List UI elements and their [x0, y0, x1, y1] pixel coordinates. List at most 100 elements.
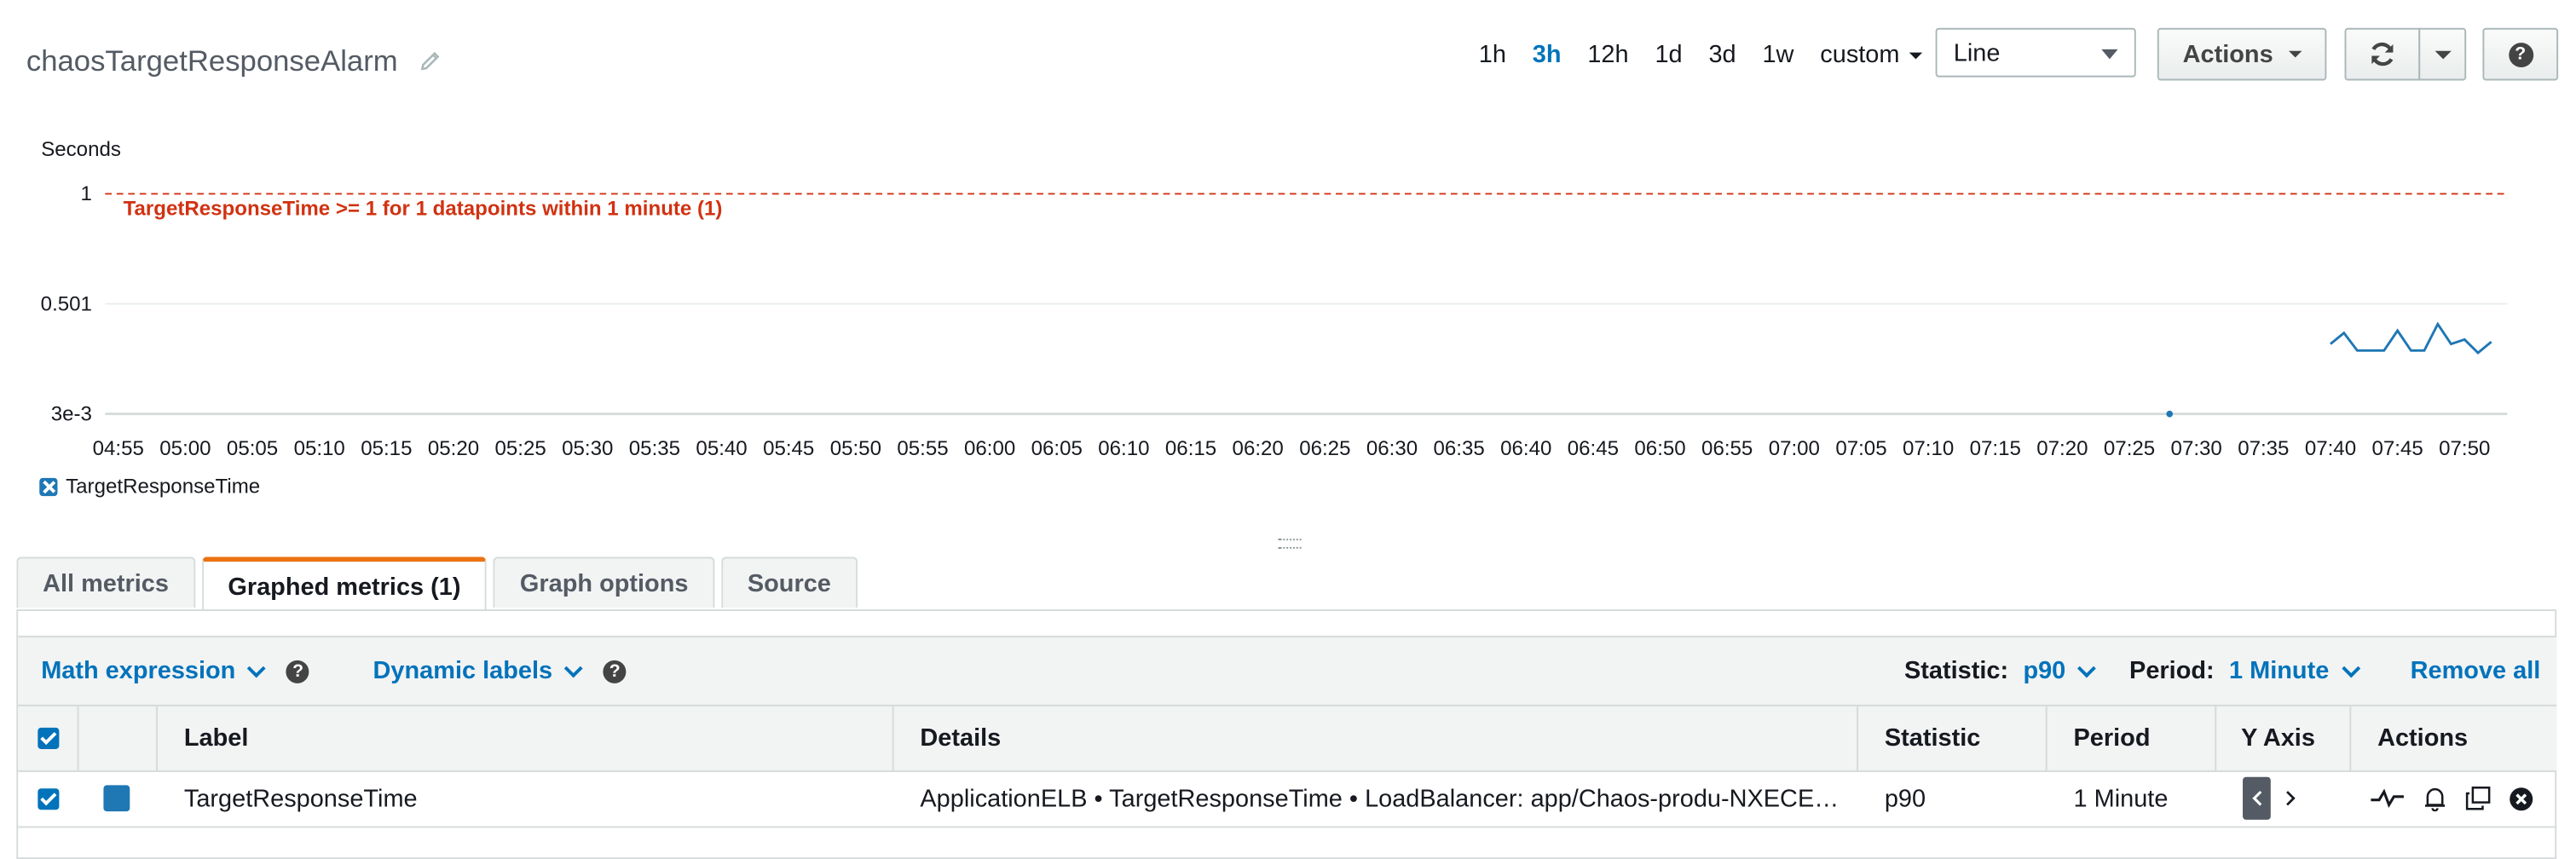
x-tick-label: 07:15 [1970, 437, 2021, 460]
x-tick-label: 04:55 [93, 437, 144, 460]
select-all-checkbox[interactable] [38, 727, 60, 749]
graph-metric-icon[interactable] [2369, 787, 2405, 810]
details-column-header[interactable]: Details [894, 706, 1859, 770]
dynamic-labels-label: Dynamic labels [373, 657, 553, 685]
help-icon[interactable]: ? [286, 659, 310, 683]
row-actions-cell [2351, 770, 2556, 827]
resize-handle[interactable] [1278, 539, 1302, 549]
range-1d[interactable]: 1d [1655, 40, 1682, 68]
actions-column-header: Actions [2377, 724, 2469, 752]
row-y-axis-cell [2216, 770, 2351, 827]
graph-type-select[interactable]: Line [1935, 27, 2136, 78]
row-period[interactable]: 1 Minute [2048, 770, 2217, 827]
x-tick-label: 06:35 [1433, 437, 1484, 460]
time-range-selector: 1h 3h 12h 1d 3d 1w custom [1479, 28, 1923, 81]
metrics-toolbar: Math expression ? Dynamic labels ? Stati… [18, 635, 2557, 706]
row-label[interactable]: TargetResponseTime [158, 770, 894, 827]
pencil-icon[interactable] [421, 49, 441, 79]
x-tick-label: 07:50 [2439, 437, 2490, 460]
x-tick-label: 07:30 [2171, 437, 2222, 460]
graph-toolbar: 1h 3h 12h 1d 3d 1w custom Line Actions ? [1479, 27, 2560, 81]
caret-down-icon [2288, 50, 2302, 58]
statistic-column-header[interactable]: Statistic [1858, 706, 2048, 770]
row-color-cell [79, 770, 159, 827]
range-1h[interactable]: 1h [1479, 40, 1506, 68]
x-tick-label: 05:30 [562, 437, 613, 460]
row-details: ApplicationELB • TargetResponseTime • Lo… [920, 784, 1840, 813]
remove-all-link[interactable]: Remove all [2411, 657, 2541, 685]
help-icon[interactable]: ? [603, 659, 627, 683]
x-tick-label: 07:45 [2371, 437, 2423, 460]
x-tick-label: 06:05 [1031, 437, 1083, 460]
statistic-dropdown[interactable]: p90 [2023, 657, 2065, 685]
y-axis-left-button[interactable] [2243, 776, 2271, 820]
x-tick-label: 05:20 [428, 437, 479, 460]
math-expression-dropdown[interactable]: Math expression ? [41, 657, 310, 685]
x-tick-label: 05:35 [629, 437, 680, 460]
select-all-cell [18, 706, 79, 770]
help-button[interactable]: ? [2482, 27, 2559, 81]
series-color-swatch[interactable] [103, 785, 130, 812]
tab-graphed-metrics[interactable]: Graphed metrics (1) [201, 556, 488, 612]
range-1w[interactable]: 1w [1762, 40, 1793, 68]
chevron-down-icon [2341, 658, 2360, 677]
row-statistic[interactable]: p90 [1858, 770, 2048, 827]
x-tick-label: 06:45 [1568, 437, 1619, 460]
math-expression-label: Math expression [41, 657, 236, 685]
refresh-icon [2371, 42, 2394, 66]
range-custom-dropdown[interactable]: custom [1820, 40, 1923, 68]
period-selector: Period: 1 Minute [2129, 657, 2360, 685]
refresh-interval-dropdown[interactable] [2418, 27, 2467, 81]
row-checkbox[interactable] [38, 787, 60, 810]
period-dropdown[interactable]: 1 Minute [2229, 657, 2329, 685]
color-column-header [79, 706, 159, 770]
x-tick-label: 05:05 [227, 437, 278, 460]
actions-label: Actions [2182, 40, 2273, 68]
actions-button[interactable]: Actions [2157, 27, 2327, 81]
x-tick-label: 07:05 [1835, 437, 1886, 460]
y-tick-label: 1 [81, 182, 92, 205]
label-column-header[interactable]: Label [158, 706, 894, 770]
metrics-tabs: All metrics Graphed metrics (1) Graph op… [16, 556, 863, 612]
refresh-button[interactable] [2344, 27, 2421, 81]
chevron-down-icon [2077, 658, 2097, 677]
series-line [2330, 321, 2492, 355]
chevron-down-icon [247, 658, 267, 677]
table-row: TargetResponseTime ApplicationELB • Targ… [18, 770, 2557, 828]
range-12h[interactable]: 12h [1587, 40, 1628, 68]
dynamic-labels-dropdown[interactable]: Dynamic labels ? [373, 657, 627, 685]
help-icon: ? [2508, 42, 2533, 67]
period-column-header[interactable]: Period [2048, 706, 2217, 770]
bell-icon[interactable] [2422, 785, 2448, 812]
legend-series-label[interactable]: TargetResponseTime [66, 475, 260, 498]
y-axis-column-header: Y Axis [2216, 706, 2352, 770]
row-details-cell: ApplicationELB • TargetResponseTime • Lo… [894, 770, 1858, 827]
range-3h[interactable]: 3h [1533, 40, 1562, 68]
statistic-selector: Statistic: p90 [1904, 657, 2097, 685]
x-tick-label: 05:45 [763, 437, 814, 460]
cloudwatch-metric-view: chaosTargetResponseAlarm 1h 3h 12h 1d 3d… [0, 0, 2576, 859]
y-axis-label: Seconds [41, 138, 121, 161]
chevron-down-icon [564, 658, 584, 677]
tab-all-metrics[interactable]: All metrics [16, 556, 195, 608]
tab-graph-options[interactable]: Graph options [494, 556, 715, 608]
row-select-cell [18, 770, 78, 827]
x-tick-label: 06:50 [1634, 437, 1685, 460]
range-custom-label: custom [1820, 40, 1900, 68]
tab-source[interactable]: Source [721, 556, 858, 608]
x-tick-label: 07:40 [2305, 437, 2356, 460]
legend-toggle-checkbox[interactable] [39, 476, 58, 496]
chevron-right-icon [2286, 791, 2296, 806]
caret-down-icon [2434, 49, 2451, 59]
remove-metric-icon[interactable] [2509, 786, 2533, 810]
page-title: chaosTargetResponseAlarm [26, 43, 398, 77]
range-3d[interactable]: 3d [1708, 40, 1736, 68]
x-tick-label: 05:50 [830, 437, 881, 460]
period-label: Period: [2129, 657, 2215, 685]
y-axis-right-button[interactable] [2284, 790, 2296, 806]
copy-icon[interactable] [2464, 785, 2492, 811]
caret-down-icon [1909, 51, 1923, 59]
x-tick-label: 05:40 [696, 437, 747, 460]
x-tick-label: 06:30 [1366, 437, 1418, 460]
y-tick-label: 3e-3 [51, 402, 92, 425]
